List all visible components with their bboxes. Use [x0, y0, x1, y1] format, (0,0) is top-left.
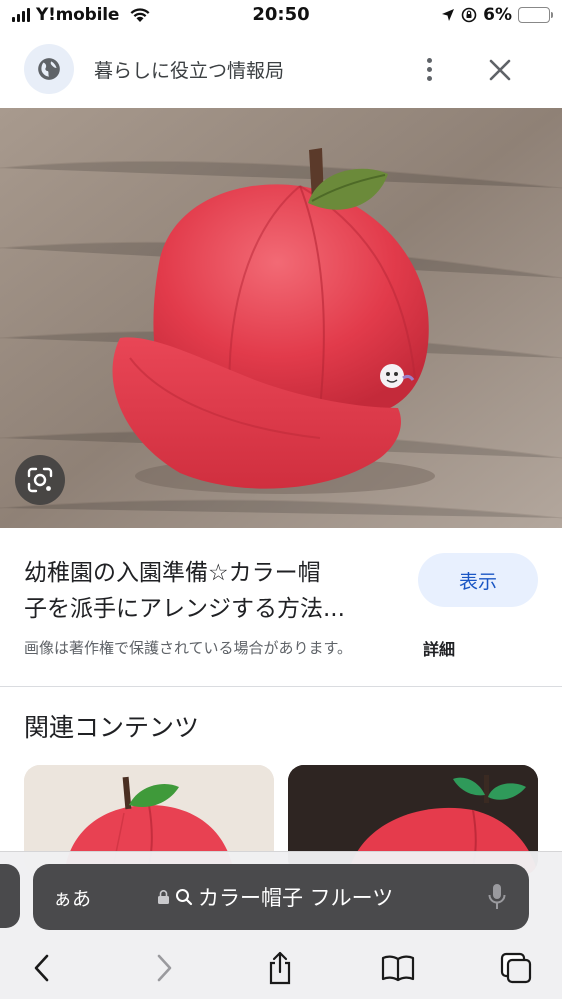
forward-button[interactable] [144, 948, 184, 988]
back-button[interactable] [22, 948, 62, 988]
google-lens-button[interactable] [15, 455, 65, 505]
site-favicon [24, 44, 74, 94]
browser-bottom-bar: ぁあ カラー帽子 フルーツ [0, 851, 562, 999]
preview-image[interactable] [0, 108, 562, 528]
related-heading: 関連コンテンツ [24, 713, 200, 742]
more-options-icon[interactable] [414, 54, 444, 84]
apple-hat-photo [0, 108, 562, 528]
details-link[interactable]: 詳細 [423, 636, 455, 660]
globe-icon [38, 58, 60, 80]
battery-icon [518, 7, 553, 23]
orientation-lock-icon [461, 7, 477, 23]
divider [0, 686, 562, 687]
previous-tab-preview[interactable] [0, 864, 20, 928]
location-arrow-icon [442, 9, 455, 21]
bookmarks-button[interactable] [378, 948, 418, 988]
lens-icon [27, 467, 53, 493]
microphone-icon[interactable] [487, 882, 507, 912]
result-title[interactable]: 幼稚園の入園準備☆カラー帽 子を派手にアレンジする方法... [24, 555, 404, 627]
share-icon [269, 951, 291, 985]
search-query: カラー帽子 フルーツ [198, 886, 394, 910]
chevron-right-icon [157, 954, 172, 982]
book-icon [381, 955, 415, 982]
share-button[interactable] [260, 948, 300, 988]
browser-toolbar [0, 944, 562, 992]
result-title-line-2: 子を派手にアレンジする方法... [24, 596, 345, 622]
visit-button[interactable]: 表示 [418, 553, 538, 607]
battery-percent: 6% [483, 5, 512, 25]
chevron-left-icon [34, 954, 49, 982]
status-bar: Y!mobile 20:50 6% [0, 0, 562, 34]
site-name[interactable]: 暮らしに役立つ情報局 [94, 56, 284, 83]
search-icon [176, 889, 193, 906]
copyright-notice: 画像は著作権で保護されている場合があります。 [24, 639, 353, 657]
tabs-icon [500, 952, 532, 984]
result-title-line-1: 幼稚園の入園準備☆カラー帽 [24, 560, 321, 586]
tabs-button[interactable] [496, 948, 536, 988]
address-bar[interactable]: ぁあ カラー帽子 フルーツ [33, 864, 529, 930]
lock-icon [158, 890, 169, 904]
header: 暮らしに役立つ情報局 [0, 34, 562, 108]
page-settings-button[interactable]: ぁあ [53, 884, 91, 911]
close-icon[interactable] [484, 54, 516, 86]
